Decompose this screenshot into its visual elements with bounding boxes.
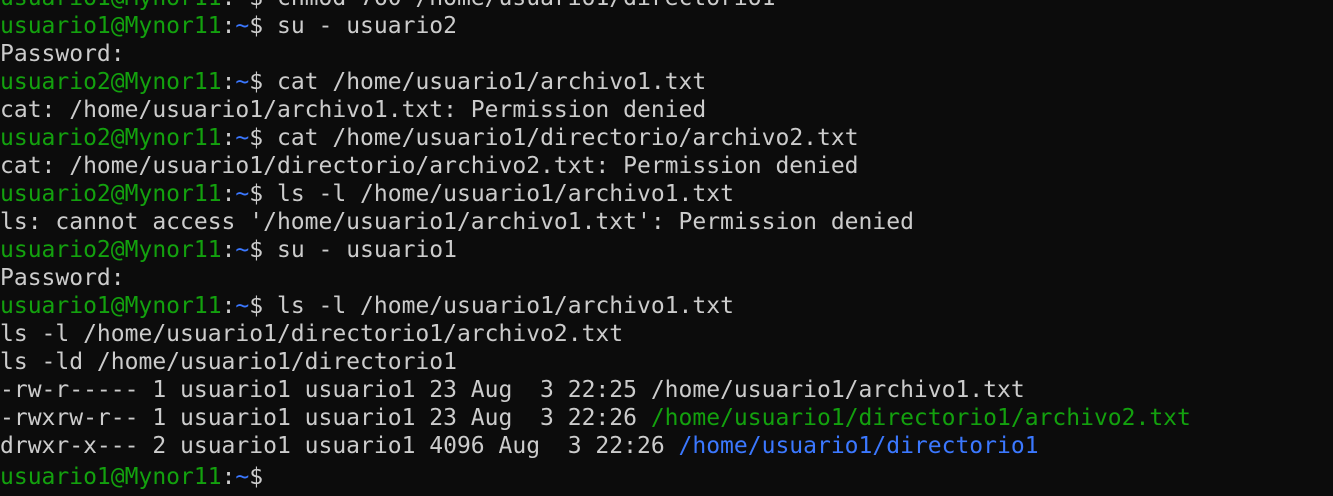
terminal-line: usuario1@Mynor11:~$ ls -l /home/usuario1…: [0, 292, 1191, 320]
command-text: $ su - usuario1: [249, 237, 457, 263]
prompt-separator: :: [221, 13, 236, 39]
prompt-path: ~: [235, 13, 250, 39]
prompt-user-host: usuario2@Mynor11: [0, 125, 222, 151]
terminal-line: Password:: [0, 264, 1191, 292]
command-text: $: [249, 464, 264, 490]
prompt-path: ~: [235, 181, 250, 207]
command-text: $ su - usuario2: [249, 13, 457, 39]
executable-file-name: /home/usuario1/directorio1/archivo2.txt: [650, 405, 1191, 431]
prompt-separator: :: [221, 69, 236, 95]
terminal-line: usuario2@Mynor11:~$ ls -l /home/usuario1…: [0, 180, 1191, 208]
prompt-user-host: usuario2@Mynor11: [0, 69, 222, 95]
prompt-path: ~: [235, 0, 249, 11]
prompt-path: ~: [235, 237, 250, 263]
output-text: drwxr-x--- 2 usuario1 usuario1 4096 Aug …: [0, 433, 679, 459]
terminal-line: usuario1@Mynor11:~$: [0, 460, 1191, 490]
output-text: Password:: [0, 41, 125, 67]
terminal-line: ls -ld /home/usuario1/directorio1: [0, 348, 1191, 376]
terminal-line: ls -l /home/usuario1/directorio1/archivo…: [0, 320, 1191, 348]
prompt-user-host: usuario2@Mynor11: [0, 181, 222, 207]
output-text: cat: /home/usuario1/directorio/archivo2.…: [0, 153, 859, 179]
terminal-output: usuario1@Mynor11:~$ chmod 760 /home/usua…: [0, 0, 1191, 490]
prompt-separator: :: [221, 125, 236, 151]
prompt-separator: :: [221, 293, 236, 319]
terminal-line: -rw-r----- 1 usuario1 usuario1 23 Aug 3 …: [0, 376, 1191, 404]
terminal-line: usuario2@Mynor11:~$ cat /home/usuario1/d…: [0, 124, 1191, 152]
command-text: $ cat /home/usuario1/archivo1.txt: [249, 69, 707, 95]
terminal-line: usuario1@Mynor11:~$ chmod 760 /home/usua…: [0, 0, 1191, 12]
prompt-user-host: usuario1@Mynor11: [0, 0, 222, 11]
directory-name: /home/usuario1/directorio1: [678, 433, 1039, 459]
terminal-window[interactable]: usuario1@Mynor11:~$ chmod 760 /home/usua…: [0, 0, 1333, 496]
output-text: -rw-r----- 1 usuario1 usuario1 23 Aug 3 …: [0, 377, 1025, 403]
command-text: $ cat /home/usuario1/directorio/archivo2…: [249, 125, 859, 151]
command-text: $ ls -l /home/usuario1/archivo1.txt: [249, 181, 734, 207]
output-text: ls -ld /home/usuario1/directorio1: [0, 349, 457, 375]
prompt-user-host: usuario2@Mynor11: [0, 237, 222, 263]
prompt-separator: :: [222, 0, 236, 11]
prompt-user-host: usuario1@Mynor11: [0, 13, 222, 39]
output-text: Password:: [0, 265, 125, 291]
terminal-line: drwxr-x--- 2 usuario1 usuario1 4096 Aug …: [0, 432, 1191, 460]
terminal-line: cat: /home/usuario1/directorio/archivo2.…: [0, 152, 1191, 180]
prompt-path: ~: [235, 293, 250, 319]
terminal-line: usuario1@Mynor11:~$ su - usuario2: [0, 12, 1191, 40]
prompt-user-host: usuario1@Mynor11: [0, 464, 222, 490]
terminal-line: ls: cannot access '/home/usuario1/archiv…: [0, 208, 1191, 236]
output-text: ls -l /home/usuario1/directorio1/archivo…: [0, 321, 624, 347]
prompt-separator: :: [221, 237, 236, 263]
terminal-line: usuario2@Mynor11:~$ su - usuario1: [0, 236, 1191, 264]
command-text: $ ls -l /home/usuario1/archivo1.txt: [249, 293, 734, 319]
output-text: ls: cannot access '/home/usuario1/archiv…: [0, 209, 914, 235]
prompt-path: ~: [235, 125, 250, 151]
terminal-line: -rwxrw-r-- 1 usuario1 usuario1 23 Aug 3 …: [0, 404, 1191, 432]
prompt-path: ~: [235, 69, 250, 95]
prompt-separator: :: [221, 181, 236, 207]
output-text: -rwxrw-r-- 1 usuario1 usuario1 23 Aug 3 …: [0, 405, 651, 431]
prompt-path: ~: [235, 464, 250, 490]
prompt-user-host: usuario1@Mynor11: [0, 293, 222, 319]
command-text: $ chmod 760 /home/usuario1/directorio1: [249, 0, 775, 11]
terminal-line: Password:: [0, 40, 1191, 68]
terminal-line: usuario2@Mynor11:~$ cat /home/usuario1/a…: [0, 68, 1191, 96]
terminal-line: cat: /home/usuario1/archivo1.txt: Permis…: [0, 96, 1191, 124]
output-text: cat: /home/usuario1/archivo1.txt: Permis…: [0, 97, 707, 123]
prompt-separator: :: [221, 464, 236, 490]
